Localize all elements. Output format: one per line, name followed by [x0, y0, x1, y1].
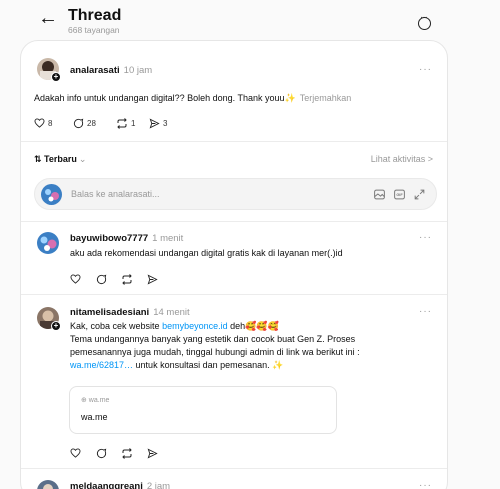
like-button[interactable]	[70, 448, 81, 458]
repost-count: 1	[131, 119, 136, 128]
post-body: Adakah info untuk undangan digital?? Bol…	[34, 93, 285, 103]
translate-link[interactable]: Terjemahkan	[300, 93, 352, 103]
heart-icon	[34, 118, 45, 128]
image-icon[interactable]	[373, 188, 386, 201]
more-icon[interactable]: ···	[419, 306, 432, 317]
view-count: 668 tayangan	[68, 25, 120, 35]
sort-label: Terbaru	[44, 154, 77, 164]
thread-card: + analarasati 10 jam ··· Adakah info untu…	[20, 40, 448, 489]
share-button[interactable]: 3	[149, 118, 167, 129]
comment-icon	[96, 448, 107, 459]
reply-text: aku ada rekomendasi undangan digital gra…	[70, 248, 343, 258]
more-icon[interactable]: ···	[419, 232, 432, 243]
link-preview-card[interactable]: ⊕ wa.me wa.me	[69, 386, 337, 434]
reply-placeholder: Balas ke analarasati...	[71, 189, 160, 199]
reply-text-part: Kak, coba cek website	[70, 321, 163, 331]
reply-author[interactable]: bayuwibowo7777 1 menit	[70, 233, 183, 244]
heart-icon	[70, 448, 81, 458]
preview-title: wa.me	[81, 412, 108, 422]
send-icon	[147, 448, 158, 459]
view-activity-link[interactable]: Lihat aktivitas >	[371, 154, 433, 164]
comment-count: 28	[87, 119, 96, 128]
reply-time: 1 menit	[152, 233, 184, 244]
repost-button[interactable]: 1	[116, 118, 135, 129]
share-button[interactable]	[147, 448, 158, 459]
repost-button[interactable]	[121, 274, 133, 285]
repost-icon	[117, 118, 127, 129]
follow-badge-icon[interactable]: +	[51, 321, 61, 331]
page-title: Thread	[68, 7, 122, 24]
reply-input[interactable]: Balas ke analarasati... GIF	[34, 178, 437, 210]
arrow-left-icon[interactable]: ←	[38, 8, 58, 28]
avatar	[41, 184, 62, 205]
reply-text-part: untuk konsultasi dan pemesanan. ✨	[133, 360, 284, 370]
comment-icon	[96, 274, 107, 285]
divider	[21, 221, 447, 222]
send-icon	[149, 118, 160, 129]
divider	[21, 468, 447, 469]
sort-icon: ⇅	[34, 154, 45, 164]
more-icon[interactable]: ···	[419, 64, 432, 75]
like-button[interactable]	[70, 274, 81, 284]
reply-tools: GIF	[373, 188, 426, 201]
reply-time: 2 jam	[146, 481, 171, 489]
comment-button[interactable]	[96, 274, 107, 285]
repost-icon	[122, 274, 132, 285]
reply-text-line: Tema undangannya banyak yang estetik dan…	[70, 334, 356, 344]
reply-author[interactable]: meldaanggreani 2 jam	[70, 481, 170, 489]
reply-username[interactable]: nitamelisadesiani	[70, 307, 149, 318]
more-icon[interactable]: ···	[419, 480, 432, 489]
follow-badge-icon[interactable]: +	[51, 72, 61, 82]
post-author[interactable]: analarasati 10 jam	[70, 65, 152, 76]
post-username[interactable]: analarasati	[70, 65, 120, 76]
post-time: 10 jam	[123, 65, 153, 76]
reply-text-line: pemesanannya juga mudah, tinggal hubungi…	[70, 347, 360, 357]
expand-icon[interactable]	[413, 188, 426, 201]
avatar[interactable]	[37, 480, 59, 489]
post-text: Adakah info untuk undangan digital?? Bol…	[34, 92, 351, 105]
website-link[interactable]: bemybeyonce.id	[162, 321, 228, 331]
wa-link[interactable]: wa.me/62817…	[70, 360, 133, 370]
sparkle-emoji: ✨	[284, 93, 296, 103]
gif-icon[interactable]: GIF	[393, 188, 406, 201]
reply-text-part: deh🥰🥰🥰	[227, 321, 279, 331]
reply-text: Kak, coba cek website bemybeyonce.id deh…	[70, 320, 440, 372]
avatar[interactable]	[37, 232, 59, 254]
share-button[interactable]	[147, 274, 158, 285]
svg-text:GIF: GIF	[396, 193, 403, 197]
sort-dropdown[interactable]: ⇅ Terbaru ⌄	[34, 154, 86, 165]
divider	[21, 294, 447, 295]
top-bar: ← Thread 668 tayangan	[0, 0, 500, 44]
repost-button[interactable]	[121, 448, 133, 459]
reply-username[interactable]: meldaanggreani	[70, 481, 143, 489]
reply-time: 14 menit	[153, 307, 190, 318]
comment-button[interactable]: 28	[73, 118, 96, 129]
comment-icon	[73, 118, 84, 129]
divider	[21, 141, 447, 142]
reply-username[interactable]: bayuwibowo7777	[70, 233, 148, 244]
share-count: 3	[163, 119, 168, 128]
more-circle-icon[interactable]	[418, 12, 431, 30]
like-count: 8	[48, 118, 53, 128]
like-button[interactable]: 8	[34, 118, 52, 128]
preview-host: ⊕ wa.me	[81, 397, 110, 404]
send-icon	[147, 274, 158, 285]
reply-author[interactable]: nitamelisadesiani 14 menit	[70, 307, 190, 318]
chevron-down-icon: ⌄	[78, 154, 87, 164]
comment-button[interactable]	[96, 448, 107, 459]
repost-icon	[122, 448, 132, 459]
heart-icon	[70, 274, 81, 284]
